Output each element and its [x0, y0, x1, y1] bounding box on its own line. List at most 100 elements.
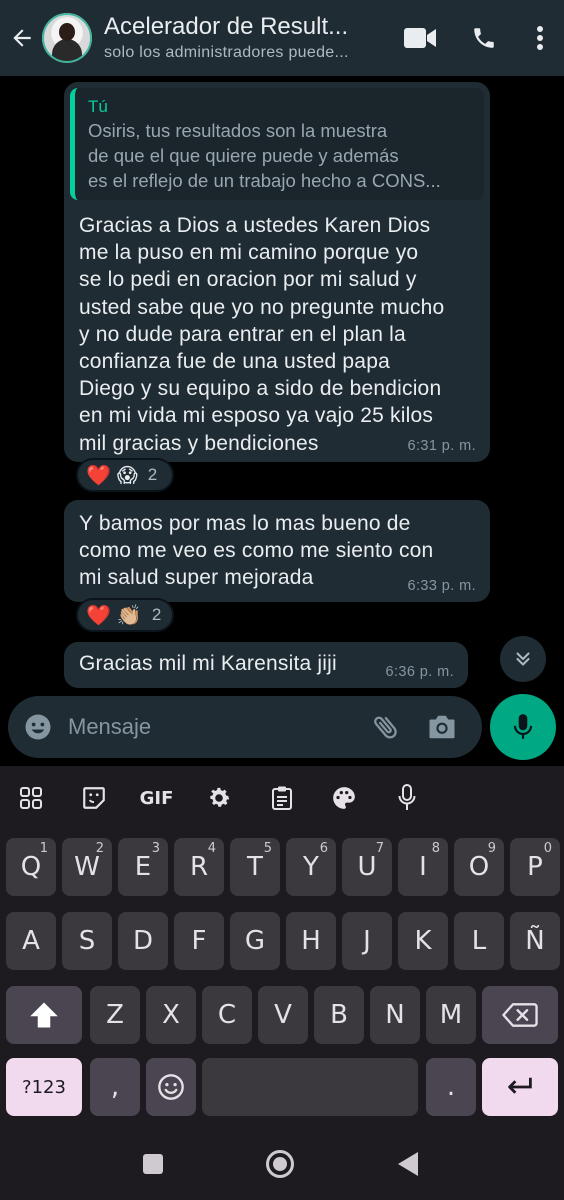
- key-n[interactable]: N: [370, 986, 420, 1044]
- key-u[interactable]: U7: [342, 838, 392, 896]
- scroll-to-bottom-button[interactable]: [500, 636, 546, 682]
- key-i[interactable]: I8: [398, 838, 448, 896]
- quoted-text: Osiris, tus resultados son la muestra de…: [88, 120, 441, 191]
- key-label: E: [134, 852, 152, 882]
- apps-button[interactable]: [0, 766, 63, 830]
- smiley-icon: [158, 1074, 184, 1100]
- symbols-key[interactable]: ?123: [6, 1058, 82, 1116]
- key-w[interactable]: W2: [62, 838, 112, 896]
- message-bubble[interactable]: Y bamos por mas lo mas bueno de como me …: [64, 500, 490, 602]
- group-avatar[interactable]: [42, 13, 92, 63]
- camera-button[interactable]: [414, 696, 470, 758]
- key-hint: 6: [319, 841, 328, 856]
- message-list[interactable]: Tú Osiris, tus resultados son la muestra…: [0, 76, 564, 692]
- shift-key[interactable]: [6, 986, 82, 1044]
- key-m[interactable]: M: [426, 986, 476, 1044]
- enter-arrow-icon: [508, 1077, 532, 1094]
- key-b[interactable]: B: [314, 986, 364, 1044]
- heart-reaction: ❤️: [86, 604, 111, 627]
- back-button[interactable]: [2, 0, 42, 76]
- clipboard-button[interactable]: [250, 766, 313, 830]
- key-j[interactable]: J: [342, 912, 392, 970]
- backspace-key[interactable]: [482, 986, 558, 1044]
- key-o[interactable]: O9: [454, 838, 504, 896]
- reactions-badge[interactable]: ❤️ 😱 2: [76, 458, 174, 492]
- video-call-icon: [404, 28, 436, 48]
- more-options-button[interactable]: [516, 0, 564, 76]
- key-hint: 5: [263, 841, 272, 856]
- key-label: Y: [303, 852, 319, 882]
- key-row-2: A S D F G H J K L Ñ: [0, 912, 564, 972]
- key-t[interactable]: T5: [230, 838, 280, 896]
- clap-reaction: 👏🏼: [116, 604, 142, 627]
- key-s[interactable]: S: [62, 912, 112, 970]
- key-a[interactable]: A: [6, 912, 56, 970]
- system-back-button[interactable]: [398, 1152, 418, 1176]
- key-e[interactable]: E3: [118, 838, 168, 896]
- key-f[interactable]: F: [174, 912, 224, 970]
- key-row-4: ?123 , .: [0, 1058, 564, 1118]
- space-key[interactable]: [202, 1058, 418, 1116]
- voice-call-button[interactable]: [452, 0, 516, 76]
- mic-icon: [398, 784, 416, 810]
- key-label: P: [527, 852, 543, 882]
- quoted-message[interactable]: Tú Osiris, tus resultados son la muestra…: [70, 88, 484, 200]
- message-text: Gracias a Dios a ustedes Karen Dios me l…: [79, 214, 445, 455]
- enter-key[interactable]: [482, 1058, 558, 1116]
- back-arrow-icon: [13, 29, 31, 47]
- settings-button[interactable]: [188, 766, 251, 830]
- key-enye[interactable]: Ñ: [510, 912, 560, 970]
- message-input-container: [8, 696, 482, 758]
- voice-typing-button[interactable]: [376, 766, 439, 830]
- key-label: W: [74, 852, 100, 882]
- gif-button[interactable]: GIF: [125, 766, 188, 830]
- key-v[interactable]: V: [258, 986, 308, 1044]
- message-time: 6:31 p. m.: [407, 438, 476, 454]
- key-label: U: [357, 852, 377, 882]
- chat-header: Acelerador de Result... solo los adminis…: [0, 0, 564, 76]
- video-call-button[interactable]: [388, 0, 452, 76]
- composer-bar: [0, 692, 564, 766]
- reactions-badge[interactable]: ❤️ 👏🏼 2: [76, 598, 174, 632]
- chat-title-block[interactable]: Acelerador de Result... solo los adminis…: [104, 12, 374, 64]
- key-p[interactable]: P0: [510, 838, 560, 896]
- keyboard-toolbar: GIF: [0, 766, 564, 830]
- theme-button[interactable]: [313, 766, 376, 830]
- key-x[interactable]: X: [146, 986, 196, 1044]
- message-input[interactable]: [68, 714, 358, 740]
- home-button[interactable]: [266, 1150, 294, 1178]
- heart-reaction: ❤️: [86, 464, 111, 487]
- key-h[interactable]: H: [286, 912, 336, 970]
- comma-key[interactable]: ,: [90, 1058, 140, 1116]
- key-row-1: Q1 W2 E3 R4 T5 Y6 U7 I8 O9 P0: [0, 838, 564, 898]
- key-label: O: [468, 852, 490, 882]
- reaction-count: 2: [151, 605, 162, 624]
- apps-icon: [20, 787, 43, 809]
- message-bubble[interactable]: Tú Osiris, tus resultados son la muestra…: [64, 82, 490, 462]
- key-g[interactable]: G: [230, 912, 280, 970]
- key-l[interactable]: L: [454, 912, 504, 970]
- key-hint: 4: [207, 841, 216, 856]
- sticker-button[interactable]: [63, 766, 126, 830]
- key-label: Q: [20, 852, 42, 882]
- message-time: 6:36 p. m.: [385, 664, 454, 680]
- key-y[interactable]: Y6: [286, 838, 336, 896]
- key-r[interactable]: R4: [174, 838, 224, 896]
- recents-button[interactable]: [143, 1154, 163, 1174]
- key-hint: 2: [95, 841, 104, 856]
- key-c[interactable]: C: [202, 986, 252, 1044]
- period-key[interactable]: .: [426, 1058, 476, 1116]
- key-k[interactable]: K: [398, 912, 448, 970]
- emoji-key[interactable]: [146, 1058, 196, 1116]
- key-q[interactable]: Q1: [6, 838, 56, 896]
- emoji-button[interactable]: [8, 696, 68, 758]
- voice-message-button[interactable]: [490, 694, 556, 760]
- message-bubble[interactable]: Gracias mil mi Karensita jiji 6:36 p. m.: [64, 642, 468, 688]
- chat-title: Acelerador de Result...: [104, 13, 349, 40]
- key-d[interactable]: D: [118, 912, 168, 970]
- key-z[interactable]: Z: [90, 986, 140, 1044]
- mic-icon: [513, 714, 533, 739]
- quoted-author: Tú: [88, 97, 108, 116]
- phone-icon: [474, 28, 494, 48]
- attach-button[interactable]: [358, 696, 414, 758]
